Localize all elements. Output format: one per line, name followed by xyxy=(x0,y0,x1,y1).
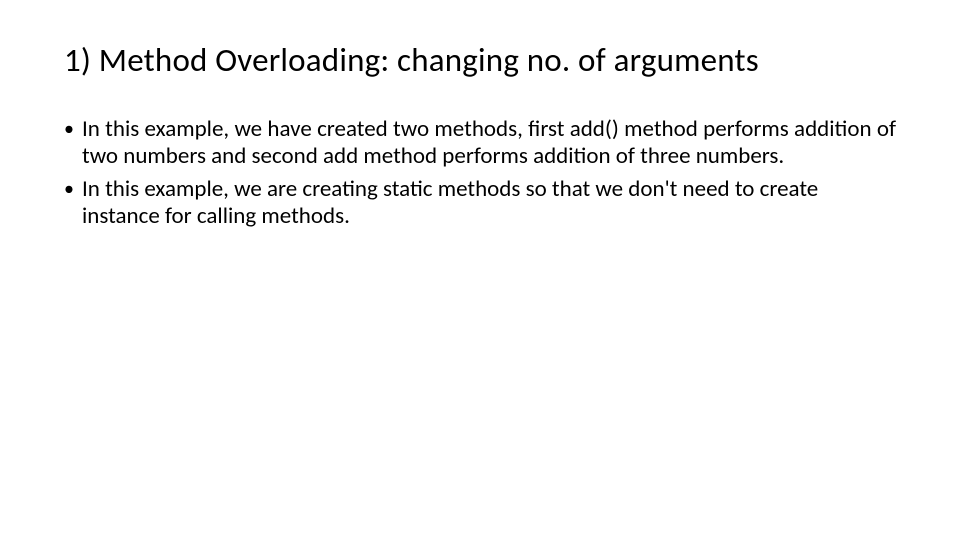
bullet-item: • In this example, we have created two m… xyxy=(64,116,896,170)
slide-title: 1) Method Overloading: changing no. of a… xyxy=(64,40,896,80)
bullet-item: • In this example, we are creating stati… xyxy=(64,176,896,230)
bullet-text: In this example, we are creating static … xyxy=(82,176,896,230)
slide: 1) Method Overloading: changing no. of a… xyxy=(0,0,960,540)
bullet-text: In this example, we have created two met… xyxy=(82,116,896,170)
bullet-dot-icon: • xyxy=(64,116,82,170)
bullet-dot-icon: • xyxy=(64,176,82,230)
slide-content: • In this example, we have created two m… xyxy=(64,116,896,231)
